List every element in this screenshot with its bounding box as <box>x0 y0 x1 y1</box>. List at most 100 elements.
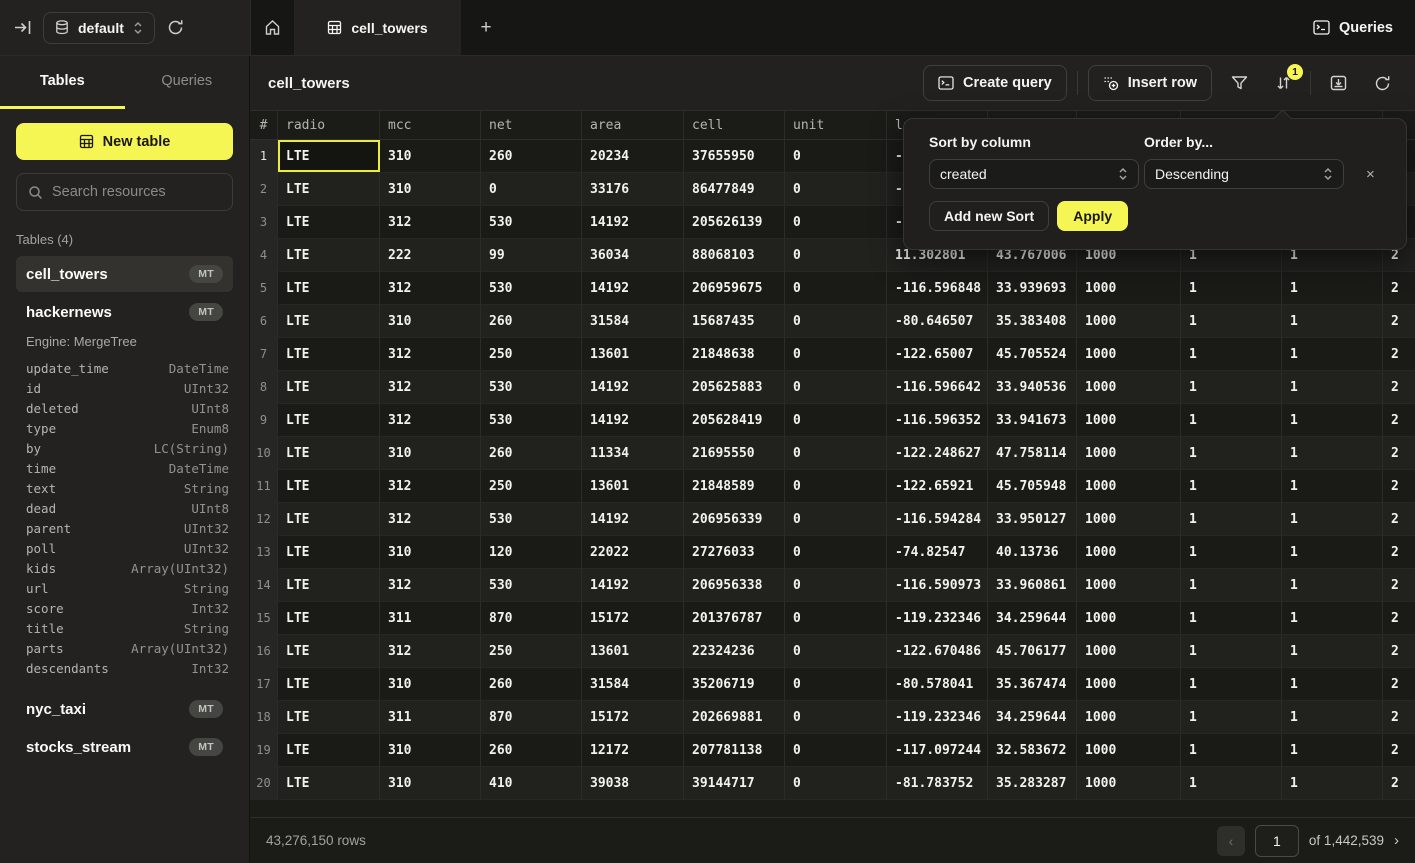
table-cell[interactable]: 2 <box>1383 767 1415 799</box>
table-cell[interactable]: 530 <box>481 404 582 436</box>
prev-page-button[interactable]: ‹ <box>1217 826 1245 856</box>
table-cell[interactable]: 530 <box>481 272 582 304</box>
table-cell[interactable]: 2 <box>1383 701 1415 733</box>
table-cell[interactable]: 14192 <box>582 206 684 238</box>
table-cell[interactable]: 0 <box>785 206 887 238</box>
next-page-button[interactable]: › <box>1394 832 1399 849</box>
table-cell[interactable]: 0 <box>785 635 887 667</box>
table-cell[interactable]: 86477849 <box>684 173 785 205</box>
table-cell[interactable]: 1 <box>1181 305 1282 337</box>
table-cell[interactable]: LTE <box>278 404 380 436</box>
table-cell[interactable]: 34.259644 <box>988 602 1077 634</box>
table-cell[interactable]: 312 <box>380 635 481 667</box>
table-cell[interactable]: 35206719 <box>684 668 785 700</box>
table-cell[interactable]: 1 <box>1282 437 1383 469</box>
table-cell[interactable]: 205625883 <box>684 371 785 403</box>
table-cell[interactable]: 0 <box>785 239 887 271</box>
table-cell[interactable]: 207781138 <box>684 734 785 766</box>
table-cell[interactable]: 1 <box>1282 371 1383 403</box>
table-cell[interactable]: LTE <box>278 602 380 634</box>
table-cell[interactable]: 0 <box>785 701 887 733</box>
table-cell[interactable]: 2 <box>1383 404 1415 436</box>
table-cell[interactable]: 222 <box>380 239 481 271</box>
table-cell[interactable]: 530 <box>481 371 582 403</box>
table-cell[interactable]: 530 <box>481 206 582 238</box>
sidebar-item-hackernews[interactable]: hackernews MT <box>16 294 233 330</box>
table-cell[interactable]: 1000 <box>1077 536 1181 568</box>
table-cell[interactable]: 1 <box>1181 470 1282 502</box>
sidebar-item-cell-towers[interactable]: cell_towers MT <box>16 256 233 292</box>
table-cell[interactable]: LTE <box>278 668 380 700</box>
column-header[interactable]: net <box>481 111 582 139</box>
table-cell[interactable]: 260 <box>481 668 582 700</box>
filter-button[interactable] <box>1222 66 1256 100</box>
table-cell[interactable]: 14192 <box>582 503 684 535</box>
table-cell[interactable]: 0 <box>785 437 887 469</box>
table-cell[interactable]: LTE <box>278 635 380 667</box>
table-cell[interactable]: 310 <box>380 668 481 700</box>
table-cell[interactable]: 36034 <box>582 239 684 271</box>
sidebar-item-nyc-taxi[interactable]: nyc_taxi MT <box>16 691 233 727</box>
table-cell[interactable]: 2 <box>1383 536 1415 568</box>
table-cell[interactable]: 312 <box>380 371 481 403</box>
table-cell[interactable]: 2 <box>1383 503 1415 535</box>
table-cell[interactable]: 35.283287 <box>988 767 1077 799</box>
table-cell[interactable]: 12172 <box>582 734 684 766</box>
table-cell[interactable]: 870 <box>481 701 582 733</box>
table-cell[interactable]: -116.590973 <box>887 569 988 601</box>
table-cell[interactable]: LTE <box>278 371 380 403</box>
table-cell[interactable]: 1 <box>1181 734 1282 766</box>
insert-row-button[interactable]: Insert row <box>1088 65 1212 101</box>
table-cell[interactable]: 312 <box>380 404 481 436</box>
table-cell[interactable]: -122.65007 <box>887 338 988 370</box>
table-cell[interactable]: 1 <box>1282 767 1383 799</box>
table-cell[interactable]: 1 <box>1282 470 1383 502</box>
table-cell[interactable]: 1 <box>1181 635 1282 667</box>
table-cell[interactable]: 260 <box>481 140 582 172</box>
table-cell[interactable]: 250 <box>481 338 582 370</box>
table-cell[interactable]: LTE <box>278 239 380 271</box>
remove-sort-button[interactable]: × <box>1366 166 1375 183</box>
table-cell[interactable]: 1000 <box>1077 272 1181 304</box>
table-cell[interactable]: 205628419 <box>684 404 785 436</box>
tab-cell-towers[interactable]: cell_towers <box>295 0 461 55</box>
sort-column-select[interactable]: created <box>929 159 1139 189</box>
table-cell[interactable]: 1 <box>1282 404 1383 436</box>
search-box[interactable] <box>16 173 233 211</box>
table-cell[interactable]: 1 <box>1181 668 1282 700</box>
table-cell[interactable]: -122.670486 <box>887 635 988 667</box>
sort-order-select[interactable]: Descending <box>1144 159 1344 189</box>
table-cell[interactable]: 2 <box>1383 305 1415 337</box>
column-header[interactable]: cell <box>684 111 785 139</box>
table-cell[interactable]: 13601 <box>582 470 684 502</box>
table-cell[interactable]: 14192 <box>582 371 684 403</box>
table-cell[interactable]: 1 <box>1181 404 1282 436</box>
table-cell[interactable]: 40.13736 <box>988 536 1077 568</box>
table-cell[interactable]: 0 <box>785 140 887 172</box>
table-cell[interactable]: 33.960861 <box>988 569 1077 601</box>
table-cell[interactable]: 22324236 <box>684 635 785 667</box>
table-cell[interactable]: 312 <box>380 470 481 502</box>
table-cell[interactable]: 31584 <box>582 668 684 700</box>
table-cell[interactable]: 206959675 <box>684 272 785 304</box>
table-cell[interactable]: 2 <box>1383 437 1415 469</box>
table-cell[interactable]: 312 <box>380 338 481 370</box>
table-cell[interactable]: 0 <box>481 173 582 205</box>
table-cell[interactable]: 45.705524 <box>988 338 1077 370</box>
table-cell[interactable]: 1 <box>1282 602 1383 634</box>
table-cell[interactable]: 310 <box>380 173 481 205</box>
table-cell[interactable]: 0 <box>785 536 887 568</box>
table-cell[interactable]: 250 <box>481 470 582 502</box>
table-cell[interactable]: 33.941673 <box>988 404 1077 436</box>
table-cell[interactable]: 312 <box>380 272 481 304</box>
table-cell[interactable]: -122.65921 <box>887 470 988 502</box>
column-header[interactable]: unit <box>785 111 887 139</box>
table-cell[interactable]: 35.383408 <box>988 305 1077 337</box>
table-cell[interactable]: 33.940536 <box>988 371 1077 403</box>
table-cell[interactable]: 1000 <box>1077 569 1181 601</box>
new-table-button[interactable]: New table <box>16 123 233 160</box>
table-cell[interactable]: 0 <box>785 338 887 370</box>
table-cell[interactable]: 1000 <box>1077 734 1181 766</box>
table-cell[interactable]: 1000 <box>1077 338 1181 370</box>
table-cell[interactable]: 2 <box>1383 470 1415 502</box>
